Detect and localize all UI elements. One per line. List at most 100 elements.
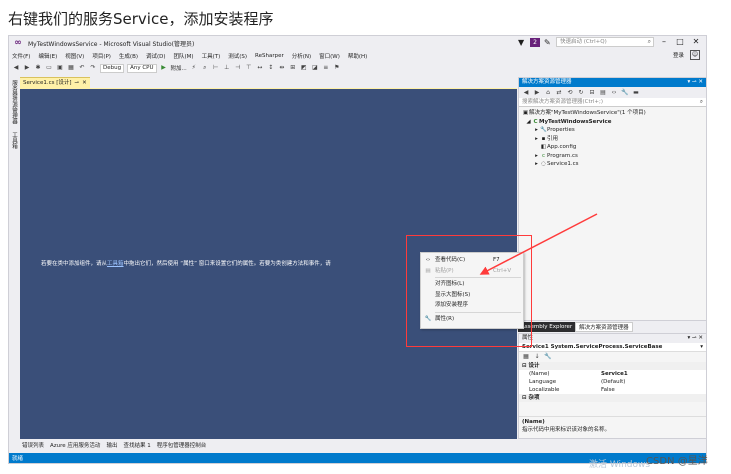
start-icon[interactable]: ▶ [160, 64, 168, 72]
minimize-button[interactable]: – [658, 37, 670, 47]
menu-item-resharper[interactable]: ReSharper [255, 53, 284, 59]
send-back-icon[interactable]: ◪ [311, 64, 319, 72]
tab-error-list[interactable]: 错误列表 [22, 441, 44, 449]
property-value[interactable]: (Default) [601, 378, 706, 386]
tree-item-project[interactable]: ◢ CMyTestWindowsService [519, 118, 706, 127]
menu-item-build[interactable]: 生成(B) [119, 52, 138, 60]
new-project-icon[interactable]: ✱ [34, 64, 42, 72]
quick-launch-input[interactable]: 快速启动 (Ctrl+Q) ⌕ [556, 37, 654, 47]
maximize-button[interactable]: □ [674, 37, 686, 47]
feedback-icon[interactable]: ✎ [544, 38, 552, 47]
menu-item-view[interactable]: 视图(V) [65, 52, 84, 60]
tree-item-service1-cs[interactable]: ▸ ◌Service1.cs [519, 160, 706, 169]
home-icon[interactable]: ⌂ [544, 89, 552, 97]
tree-item-solution[interactable]: ▣解决方案"MyTestWindowsService"(1 个项目) [519, 109, 706, 118]
property-value[interactable]: False [601, 386, 706, 394]
hot-reload-icon[interactable]: ⚡ [190, 64, 198, 72]
toolbox-link[interactable]: 工具箱 [107, 261, 124, 267]
panel-menu-icon[interactable]: ▾ [688, 79, 691, 85]
refresh-icon[interactable]: ↻ [577, 89, 585, 97]
spacing-icon[interactable]: ⇹ [278, 64, 286, 72]
same-width-icon[interactable]: ↔ [256, 64, 264, 72]
categorized-icon[interactable]: ▦ [522, 353, 530, 361]
solution-explorer-search-input[interactable]: 搜索解决方案资源管理器(Ctrl+;) ⌕ [519, 98, 706, 107]
back-icon[interactable]: ◀ [12, 64, 20, 72]
comment-icon[interactable]: ≡ [322, 64, 330, 72]
expand-icon[interactable]: ◢ [525, 118, 532, 127]
menu-item-edit[interactable]: 编辑(E) [38, 52, 57, 60]
property-category-misc[interactable]: ⊟ 杂项 [519, 394, 706, 402]
menu-item-help[interactable]: 帮助(H) [348, 52, 367, 60]
forward-icon[interactable]: ▶ [533, 89, 541, 97]
property-row-name[interactable]: (Name) Service1 [519, 370, 706, 378]
menu-item-tools[interactable]: 工具(T) [202, 52, 221, 60]
align-top-icon[interactable]: ⊤ [245, 64, 253, 72]
forward-icon[interactable]: ▶ [23, 64, 31, 72]
back-icon[interactable]: ◀ [522, 89, 530, 97]
align-center-icon[interactable]: ⊥ [223, 64, 231, 72]
properties-object-select[interactable]: Service1 System.ServiceProcess.ServiceBa… [519, 343, 706, 352]
properties-icon[interactable]: 🔧 [621, 89, 629, 97]
tab-find-results[interactable]: 查找结果 1 [123, 441, 150, 449]
close-icon[interactable]: ✕ [698, 79, 703, 85]
platform-select[interactable]: Any CPU [127, 63, 157, 73]
filter-icon[interactable]: ▼ [518, 38, 526, 47]
collapse-all-icon[interactable]: ⊟ [588, 89, 596, 97]
configuration-select[interactable]: Debug [100, 63, 125, 73]
tree-item-properties[interactable]: ▸ 🔧Properties [519, 126, 706, 135]
pin-icon[interactable]: ⊸ [692, 335, 697, 341]
account-icon[interactable]: ☺ [690, 50, 700, 60]
expand-icon[interactable]: ▸ [533, 160, 540, 169]
document-tab-service1-design[interactable]: Service1.cs [设计] ⊸ ✕ [20, 77, 90, 88]
expand-icon[interactable]: ▸ [533, 126, 540, 135]
property-pages-icon[interactable]: 🔧 [544, 353, 552, 361]
close-icon[interactable]: ✕ [82, 80, 87, 86]
pending-changes-icon[interactable]: ⟲ [566, 89, 574, 97]
tree-item-references[interactable]: ▸ ▪ 引用 [519, 135, 706, 144]
close-icon[interactable]: ✕ [698, 335, 703, 341]
align-left-icon[interactable]: ⊢ [212, 64, 220, 72]
server-explorer-tab[interactable]: 服务器资源管理器 [10, 80, 18, 124]
menu-item-project[interactable]: 项目(P) [92, 52, 111, 60]
bring-front-icon[interactable]: ◩ [300, 64, 308, 72]
sign-in-link[interactable]: 登录 [673, 51, 684, 59]
open-file-icon[interactable]: ▭ [45, 64, 53, 72]
menu-item-test[interactable]: 测试(S) [228, 52, 247, 60]
preview-icon[interactable]: ▬ [632, 89, 640, 97]
property-row-language[interactable]: Language (Default) [519, 378, 706, 386]
menu-item-window[interactable]: 窗口(W) [319, 52, 340, 60]
tab-azure-activity[interactable]: Azure 应用服务活动 [50, 441, 100, 449]
menu-item-debug[interactable]: 调试(D) [146, 52, 166, 60]
panel-menu-icon[interactable]: ▾ [688, 335, 691, 341]
same-height-icon[interactable]: ↕ [267, 64, 275, 72]
menu-item-analyze[interactable]: 分析(N) [292, 52, 311, 60]
bookmark-icon[interactable]: ⚑ [333, 64, 341, 72]
find-icon[interactable]: ⌕ [201, 64, 209, 72]
show-all-files-icon[interactable]: ▤ [599, 89, 607, 97]
tab-output[interactable]: 输出 [106, 441, 117, 449]
property-category-design[interactable]: ⊟ 设计 [519, 362, 706, 370]
property-value[interactable]: Service1 [601, 370, 706, 378]
tree-item-app-config[interactable]: ◧App.config [519, 143, 706, 152]
close-button[interactable]: ✕ [690, 37, 702, 47]
pin-icon[interactable]: ⊸ [692, 79, 697, 85]
switch-views-icon[interactable]: ⇄ [555, 89, 563, 97]
pin-icon[interactable]: ⊸ [75, 80, 80, 86]
property-row-localizable[interactable]: Localizable False [519, 386, 706, 394]
align-right-icon[interactable]: ⊣ [234, 64, 242, 72]
tab-package-manager-console[interactable]: 程序包管理器控制台 [157, 441, 207, 449]
tab-solution-explorer[interactable]: 解决方案资源管理器 [575, 322, 633, 332]
save-all-icon[interactable]: ▦ [67, 64, 75, 72]
grid-icon[interactable]: ⊞ [289, 64, 297, 72]
expand-icon[interactable]: ▸ [533, 152, 540, 161]
view-code-icon[interactable]: ‹› [610, 89, 618, 97]
tree-item-program-cs[interactable]: ▸ c Program.cs [519, 152, 706, 161]
menu-item-file[interactable]: 文件(F) [12, 52, 30, 60]
toolbox-tab[interactable]: 工具箱 [10, 132, 18, 149]
notification-badge[interactable]: 2 [530, 37, 540, 47]
redo-icon[interactable]: ↷ [89, 64, 97, 72]
undo-icon[interactable]: ↶ [78, 64, 86, 72]
save-icon[interactable]: ▣ [56, 64, 64, 72]
expand-icon[interactable]: ▸ [533, 135, 540, 144]
menu-item-team[interactable]: 团队(M) [174, 52, 194, 60]
